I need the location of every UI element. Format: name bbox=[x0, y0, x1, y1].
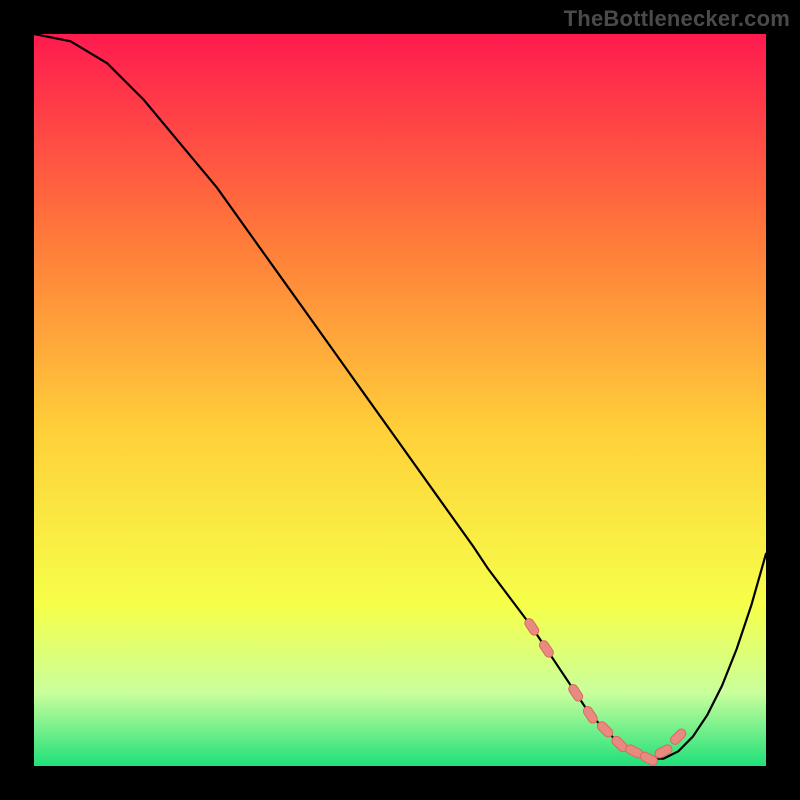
chart-container: TheBottlenecker.com bbox=[0, 0, 800, 800]
plot-area bbox=[34, 34, 766, 766]
watermark-text: TheBottlenecker.com bbox=[564, 6, 790, 32]
bottleneck-chart-svg bbox=[34, 34, 766, 766]
gradient-background bbox=[34, 34, 766, 766]
